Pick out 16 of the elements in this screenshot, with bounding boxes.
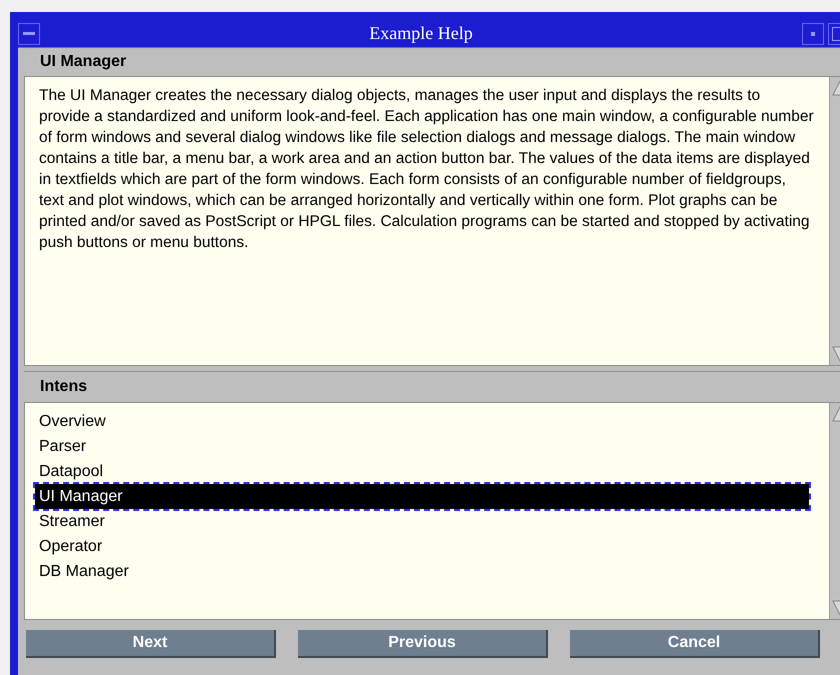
minimize-button[interactable] bbox=[802, 22, 824, 44]
window-menu-button[interactable] bbox=[18, 22, 40, 44]
topic-list-item[interactable]: Overview bbox=[35, 409, 809, 434]
help-text: The UI Manager creates the necessary dialog objects, manages the user input and displays the results to provide a standardized and uniform look-and-feel. Each application has one main window, a configurable number of form windows and several dialog windows like file selection dialogs and message dialogs. The main window contains a title bar, a menu bar, a work area and an action button bar. The values of the data items are displayed in textfields which are part of the form windows. Each form consists of an configurable number of fieldgroups, text and plot windows, which can be arranged horizontally and vertically within one form. Plot graphs can be printed and/or saved as PostScript or HPGL files. Calculation programs can be started and stopped by activating push buttons or menu buttons. bbox=[25, 77, 829, 365]
topic-list-item[interactable]: Operator bbox=[35, 534, 809, 559]
index-heading: Intens bbox=[39, 377, 88, 397]
topic-list-item[interactable]: DB Manager bbox=[35, 559, 809, 584]
topic-list-item[interactable]: Streamer bbox=[35, 509, 809, 534]
topic-list-item[interactable]: Datapool bbox=[35, 459, 809, 484]
dialog-button[interactable]: Previous bbox=[298, 630, 548, 658]
window-title: Example Help bbox=[368, 22, 474, 45]
dialog-button[interactable]: Next bbox=[26, 630, 276, 658]
topic-list-item[interactable]: Parser bbox=[35, 434, 809, 459]
dialog-button[interactable]: Cancel bbox=[570, 630, 820, 658]
topic-heading: UI Manager bbox=[39, 52, 128, 72]
topic-list-item[interactable]: UI Manager bbox=[35, 484, 809, 509]
